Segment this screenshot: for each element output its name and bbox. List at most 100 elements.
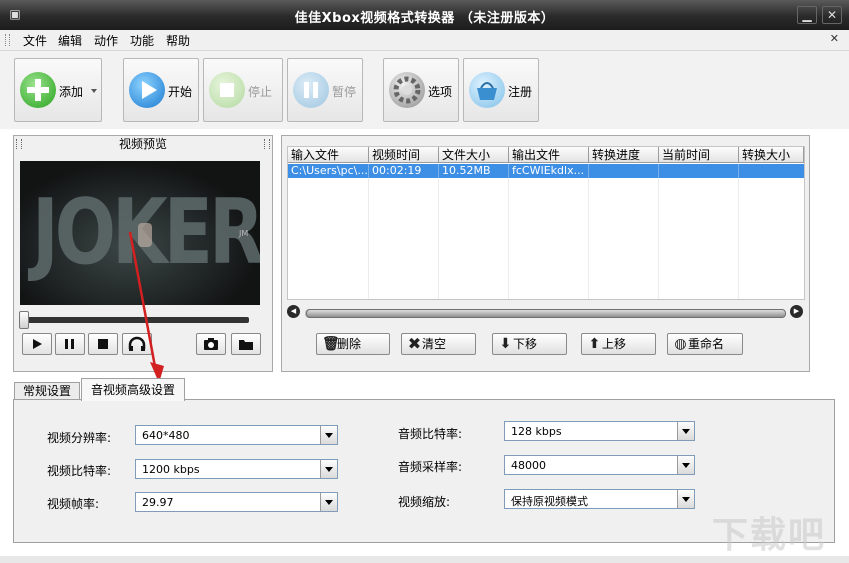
close-button[interactable]: ✕ <box>822 6 842 24</box>
clear-label: 清空 <box>422 337 447 351</box>
rename-button[interactable]: ◍ 重命名 <box>667 333 743 355</box>
pause-button[interactable]: 暂停 <box>287 58 363 122</box>
register-button[interactable]: 注册 <box>463 58 539 122</box>
folder-icon <box>239 340 253 350</box>
globe-icon: ◍ <box>674 336 687 352</box>
watermark-logo: 下载吧 <box>712 515 827 556</box>
menu-close-icon[interactable]: ✕ <box>830 32 839 45</box>
audio-samplerate-select[interactable]: 48000 <box>504 455 695 475</box>
horizontal-scrollbar[interactable]: ◀ ▶ <box>287 305 803 319</box>
video-scale-label: 视频缩放: <box>398 495 451 509</box>
stop-button[interactable]: 停止 <box>203 58 283 122</box>
pause-small-icon <box>65 339 74 349</box>
col-file-size[interactable]: 文件大小 <box>439 147 509 163</box>
menu-grip <box>5 34 10 46</box>
options-label: 选项 <box>428 85 453 99</box>
stop-icon <box>209 72 245 108</box>
options-button[interactable]: 选项 <box>383 58 459 122</box>
seek-handle[interactable] <box>19 311 29 329</box>
video-resolution-label: 视频分辨率: <box>47 431 112 445</box>
grid-line <box>438 178 439 299</box>
audio-samplerate-label: 音频采样率: <box>398 460 463 474</box>
camera-icon <box>204 338 218 350</box>
snapshot-button[interactable] <box>196 333 226 355</box>
menu-edit[interactable]: 编辑 <box>58 32 82 49</box>
move-down-label: 下移 <box>513 337 538 351</box>
cell-file-size: 10.52MB <box>439 164 509 178</box>
play-control-button[interactable] <box>22 333 52 355</box>
pause-label: 暂停 <box>332 85 357 99</box>
audio-bitrate-select[interactable]: 128 kbps <box>504 421 695 441</box>
scroll-left-icon[interactable]: ◀ <box>287 305 300 318</box>
add-button[interactable]: 添加 <box>14 58 102 122</box>
pause-control-button[interactable] <box>55 333 85 355</box>
seek-track[interactable] <box>23 317 249 323</box>
chevron-down-icon[interactable] <box>320 460 337 478</box>
minimize-button[interactable]: ▁ <box>797 6 817 24</box>
table-row[interactable]: C:\Users\pc\... 00:02:19 10.52MB fcCWIEk… <box>288 164 804 178</box>
delete-button[interactable]: 🗑 删除 <box>316 333 390 355</box>
toolbar: 添加 开始 停止 暂停 选项 注册 <box>0 51 849 129</box>
video-figure <box>138 223 152 247</box>
stop-control-button[interactable] <box>88 333 118 355</box>
trash-icon: 🗑 <box>322 336 340 352</box>
menu-file[interactable]: 文件 <box>23 32 47 49</box>
chevron-down-icon[interactable] <box>677 422 694 440</box>
volume-control-button[interactable] <box>122 333 152 355</box>
cell-output-file: fcCWIEkdlx... <box>509 164 589 178</box>
stop-label: 停止 <box>248 85 273 99</box>
headphones-icon <box>128 336 146 351</box>
pane-grip-right <box>264 139 270 149</box>
video-bitrate-value: 1200 kbps <box>142 463 200 476</box>
grid-line <box>588 178 589 299</box>
video-resolution-select[interactable]: 640*480 <box>135 425 338 445</box>
video-bitrate-select[interactable]: 1200 kbps <box>135 459 338 479</box>
file-table[interactable]: 输入文件 视频时间 文件大小 输出文件 转换进度 当前时间 转换大小 C:\Us… <box>287 146 805 300</box>
grid-line <box>368 178 369 299</box>
scroll-right-icon[interactable]: ▶ <box>790 305 803 318</box>
col-converted-size[interactable]: 转换大小 <box>739 147 804 163</box>
scroll-track[interactable] <box>305 309 786 318</box>
move-up-label: 上移 <box>602 337 627 351</box>
tab-advanced[interactable]: 音视频高级设置 <box>81 378 185 401</box>
col-current-time[interactable]: 当前时间 <box>659 147 739 163</box>
col-video-time[interactable]: 视频时间 <box>369 147 439 163</box>
video-small-text: JM <box>239 229 249 238</box>
arrow-up-icon: ⬆ <box>588 336 601 352</box>
arrow-down-icon: ⬇ <box>499 336 512 352</box>
chevron-down-icon[interactable] <box>677 456 694 474</box>
cell-progress <box>589 164 659 178</box>
dropdown-arrow-icon[interactable] <box>91 89 97 93</box>
menu-help[interactable]: 帮助 <box>166 32 190 49</box>
grid-line <box>508 178 509 299</box>
window-title: 佳佳Xbox视频格式转换器 （未注册版本） <box>294 11 555 26</box>
menu-function[interactable]: 功能 <box>130 32 154 49</box>
register-label: 注册 <box>508 85 533 99</box>
video-preview: JOKER JM <box>20 161 260 305</box>
video-scale-select[interactable]: 保持原视频模式 <box>504 489 695 509</box>
x-icon: ✖ <box>407 334 422 353</box>
move-down-button[interactable]: ⬇ 下移 <box>492 333 567 355</box>
col-input-file[interactable]: 输入文件 <box>288 147 369 163</box>
preview-pane: 视频预览 JOKER JM <box>13 135 273 372</box>
video-resolution-value: 640*480 <box>142 429 190 442</box>
menu-bar: 文件 编辑 动作 功能 帮助 ✕ <box>0 30 849 51</box>
video-framerate-select[interactable]: 29.97 <box>135 492 338 512</box>
scroll-thumb[interactable] <box>306 309 786 318</box>
status-strip <box>0 556 849 563</box>
open-folder-button[interactable] <box>231 333 261 355</box>
menu-action[interactable]: 动作 <box>94 32 118 49</box>
chevron-down-icon[interactable] <box>677 490 694 508</box>
chevron-down-icon[interactable] <box>320 493 337 511</box>
gear-icon <box>389 72 425 108</box>
col-progress[interactable]: 转换进度 <box>589 147 659 163</box>
tab-general[interactable]: 常规设置 <box>14 382 80 400</box>
chevron-down-icon[interactable] <box>320 426 337 444</box>
clear-button[interactable]: ✖ 清空 <box>401 333 476 355</box>
video-bitrate-label: 视频比特率: <box>47 464 112 478</box>
cell-input-file: C:\Users\pc\... <box>288 164 369 178</box>
move-up-button[interactable]: ⬆ 上移 <box>581 333 656 355</box>
start-button[interactable]: 开始 <box>123 58 199 122</box>
col-output-file[interactable]: 输出文件 <box>509 147 589 163</box>
grid-line <box>658 178 659 299</box>
